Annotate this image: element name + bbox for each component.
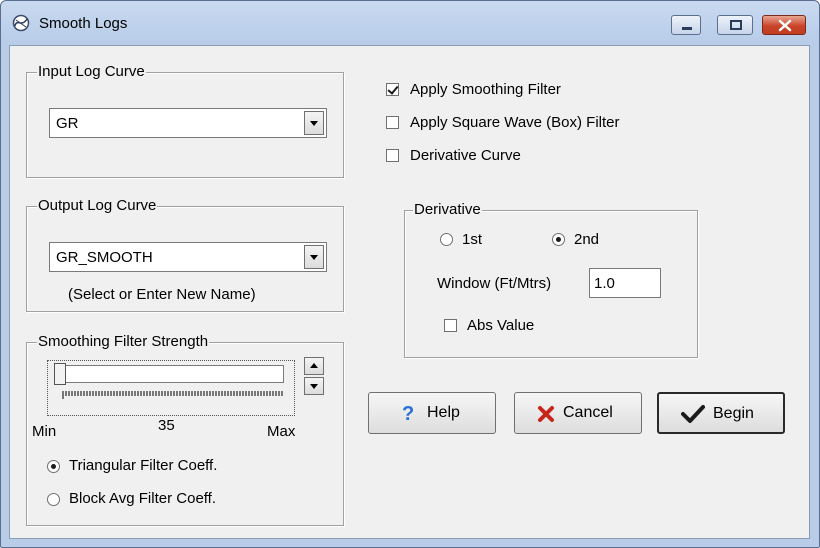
triangular-label[interactable]: Triangular Filter Coeff.	[69, 457, 217, 474]
second-derivative-label[interactable]: 2nd	[574, 231, 599, 248]
derivative-label: Derivative	[413, 201, 482, 219]
block-avg-label[interactable]: Block Avg Filter Coeff.	[69, 490, 216, 507]
second-derivative-radio[interactable]	[552, 233, 565, 246]
derivative-curve-checkbox[interactable]	[386, 149, 399, 162]
chevron-down-icon[interactable]	[304, 245, 324, 269]
derivative-curve-label[interactable]: Derivative Curve	[410, 147, 521, 164]
strength-spin-down[interactable]	[304, 377, 324, 395]
smooth-logs-icon	[12, 14, 30, 32]
begin-button[interactable]: Begin	[657, 392, 785, 434]
input-log-curve-label: Input Log Curve	[37, 63, 146, 81]
close-button[interactable]	[762, 15, 806, 35]
window-title: Smooth Logs	[39, 15, 128, 32]
block-avg-radio[interactable]	[47, 493, 60, 506]
first-derivative-label[interactable]: 1st	[462, 231, 482, 248]
strength-spin-up[interactable]	[304, 357, 324, 375]
begin-label: Begin	[713, 405, 754, 422]
svg-text:?: ?	[402, 403, 414, 423]
abs-value-checkbox[interactable]	[444, 319, 457, 332]
output-log-curve-group: Output Log Curve GR_SMOOTH (Select or En…	[26, 197, 344, 312]
arrow-up-icon	[310, 363, 318, 368]
smoothing-strength-group: Smoothing Filter Strength Min 35 Max Tri…	[26, 333, 344, 526]
red-x-icon	[538, 406, 554, 422]
window-label: Window (Ft/Mtrs)	[437, 275, 552, 292]
checkmark-icon	[681, 405, 705, 423]
arrow-down-icon	[310, 384, 318, 389]
derivative-group: Derivative 1st 2nd Window (Ft/Mtrs) Abs …	[404, 201, 698, 358]
slider-ticks	[62, 391, 283, 399]
apply-square-wave-label[interactable]: Apply Square Wave (Box) Filter	[410, 114, 620, 131]
output-log-curve-value: GR_SMOOTH	[56, 249, 153, 266]
help-label: Help	[427, 404, 460, 421]
slider-thumb[interactable]	[54, 363, 66, 385]
strength-value: 35	[158, 417, 175, 434]
close-icon	[778, 19, 792, 32]
help-button[interactable]: ? Help	[368, 392, 496, 434]
window-input-field[interactable]	[590, 269, 660, 297]
title-bar[interactable]: Smooth Logs	[1, 1, 819, 45]
strength-slider[interactable]	[47, 360, 295, 416]
apply-smoothing-label[interactable]: Apply Smoothing Filter	[410, 81, 561, 98]
strength-max-label: Max	[267, 423, 296, 440]
input-log-curve-value: GR	[56, 115, 79, 132]
triangular-radio[interactable]	[47, 460, 60, 473]
apply-smoothing-checkbox[interactable]	[386, 83, 399, 96]
abs-value-label[interactable]: Abs Value	[467, 317, 534, 334]
minimize-icon	[682, 27, 692, 30]
output-log-curve-combo[interactable]: GR_SMOOTH	[49, 242, 327, 272]
chevron-down-icon[interactable]	[304, 111, 324, 135]
apply-square-wave-checkbox[interactable]	[386, 116, 399, 129]
smooth-logs-window: Smooth Logs Input Log Curve GR Output Lo…	[0, 0, 820, 548]
maximize-button[interactable]	[717, 15, 753, 35]
cancel-button[interactable]: Cancel	[514, 392, 642, 434]
output-log-curve-label: Output Log Curve	[37, 197, 158, 215]
dialog-client-area: Input Log Curve GR Output Log Curve GR_S…	[9, 45, 810, 539]
input-log-curve-combo[interactable]: GR	[49, 108, 327, 138]
minimize-button[interactable]	[671, 15, 701, 35]
cancel-label: Cancel	[563, 404, 613, 421]
first-derivative-radio[interactable]	[440, 233, 453, 246]
output-hint-text: (Select or Enter New Name)	[68, 286, 256, 303]
smoothing-strength-label: Smoothing Filter Strength	[37, 333, 210, 351]
strength-min-label: Min	[32, 423, 57, 440]
question-mark-icon: ?	[402, 403, 414, 423]
slider-track[interactable]	[62, 365, 284, 383]
maximize-icon	[730, 20, 742, 30]
input-log-curve-group: Input Log Curve GR	[26, 63, 344, 178]
window-input[interactable]	[589, 268, 661, 298]
